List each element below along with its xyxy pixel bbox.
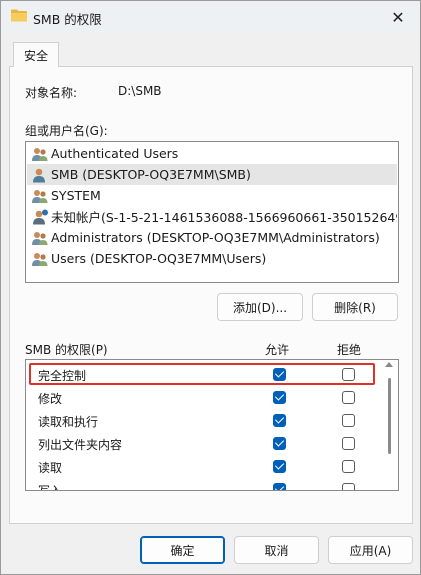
user-item-system[interactable]: SYSTEM — [27, 185, 397, 206]
permissions-dialog: SMB 的权限 ✕ 安全 对象名称: D:\SMB 组或用户名(G): Auth… — [0, 0, 421, 575]
remove-button[interactable]: 删除(R) — [312, 293, 398, 321]
user-icon — [33, 168, 45, 182]
deny-checkbox[interactable] — [342, 460, 355, 473]
permissions-grid: 完全控制 修改 读取和执行 列出文件夹内容 读取 写入 — [25, 359, 399, 491]
deny-checkbox[interactable] — [342, 391, 355, 404]
allow-checkbox[interactable] — [273, 391, 286, 404]
object-name-label: 对象名称: — [25, 86, 78, 100]
deny-checkbox[interactable] — [342, 368, 355, 381]
user-item-label: Administrators (DESKTOP-OQ3E7MM\Administ… — [51, 230, 380, 245]
permission-name: 读取和执行 — [38, 415, 99, 429]
deny-checkbox[interactable] — [342, 483, 355, 490]
group-icon — [32, 147, 48, 161]
scroll-thumb[interactable] — [388, 378, 391, 454]
permissions-scrollbar[interactable] — [381, 360, 398, 490]
permission-row-write: 写入 — [26, 478, 381, 491]
tab-security[interactable]: 安全 — [13, 42, 59, 67]
permission-name: 列出文件夹内容 — [38, 438, 123, 452]
allow-checkbox[interactable] — [273, 368, 286, 381]
add-button[interactable]: 添加(D)... — [217, 293, 303, 321]
tab-security-label: 安全 — [23, 48, 48, 63]
scroll-up-arrow-icon[interactable] — [385, 362, 393, 367]
users-list-label: 组或用户名(G): — [25, 124, 108, 138]
permission-name: 写入 — [38, 484, 63, 491]
allow-checkbox[interactable] — [273, 483, 286, 490]
permission-row-list-folder: 列出文件夹内容 — [26, 432, 381, 455]
group-icon — [32, 231, 48, 245]
user-item-administrators[interactable]: Administrators (DESKTOP-OQ3E7MM\Administ… — [27, 227, 397, 248]
group-icon — [32, 252, 48, 266]
allow-header: 允许 — [265, 343, 290, 357]
permission-name: 完全控制 — [38, 369, 87, 383]
deny-checkbox[interactable] — [342, 437, 355, 450]
allow-checkbox[interactable] — [273, 414, 286, 427]
permission-row-modify: 修改 — [26, 386, 381, 409]
folder-icon — [11, 9, 27, 22]
permission-name: 修改 — [38, 392, 63, 406]
user-item-users[interactable]: Users (DESKTOP-OQ3E7MM\Users) — [27, 248, 397, 269]
permission-row-read-execute: 读取和执行 — [26, 409, 381, 432]
user-item-label: SMB (DESKTOP-OQ3E7MM\SMB) — [51, 167, 251, 182]
allow-checkbox[interactable] — [273, 437, 286, 450]
window-title: SMB 的权限 — [33, 12, 102, 27]
user-item-unknown-account[interactable]: 未知帐户(S-1-5-21-1461536088-1566960661-3501… — [27, 206, 397, 227]
user-item-label: SYSTEM — [51, 188, 101, 203]
user-item-label: 未知帐户(S-1-5-21-1461536088-1566960661-3501… — [51, 210, 397, 225]
allow-checkbox[interactable] — [273, 460, 286, 473]
permission-name: 读取 — [38, 461, 63, 475]
permission-row-read: 读取 — [26, 455, 381, 478]
user-item-label: Users (DESKTOP-OQ3E7MM\Users) — [51, 251, 267, 266]
deny-checkbox[interactable] — [342, 414, 355, 427]
ok-button[interactable]: 确定 — [140, 536, 225, 564]
user-item-authenticated-users[interactable]: Authenticated Users — [27, 143, 397, 164]
user-item-smb[interactable]: SMB (DESKTOP-OQ3E7MM\SMB) — [27, 164, 397, 185]
apply-button[interactable]: 应用(A) — [328, 536, 413, 564]
unknown-user-icon — [33, 209, 48, 224]
close-button[interactable]: ✕ — [376, 1, 420, 33]
group-icon — [32, 189, 48, 203]
cancel-button[interactable]: 取消 — [234, 536, 319, 564]
title-bar: SMB 的权限 ✕ — [1, 1, 420, 33]
permissions-label: SMB 的权限(P) — [25, 343, 108, 357]
users-listbox[interactable]: Authenticated Users SMB (DESKTOP-OQ3E7MM… — [25, 141, 399, 283]
permission-row-full-control: 完全控制 — [26, 363, 381, 386]
object-name-value: D:\SMB — [118, 84, 162, 98]
user-item-label: Authenticated Users — [51, 146, 179, 161]
close-icon: ✕ — [391, 7, 405, 27]
deny-header: 拒绝 — [337, 343, 362, 357]
